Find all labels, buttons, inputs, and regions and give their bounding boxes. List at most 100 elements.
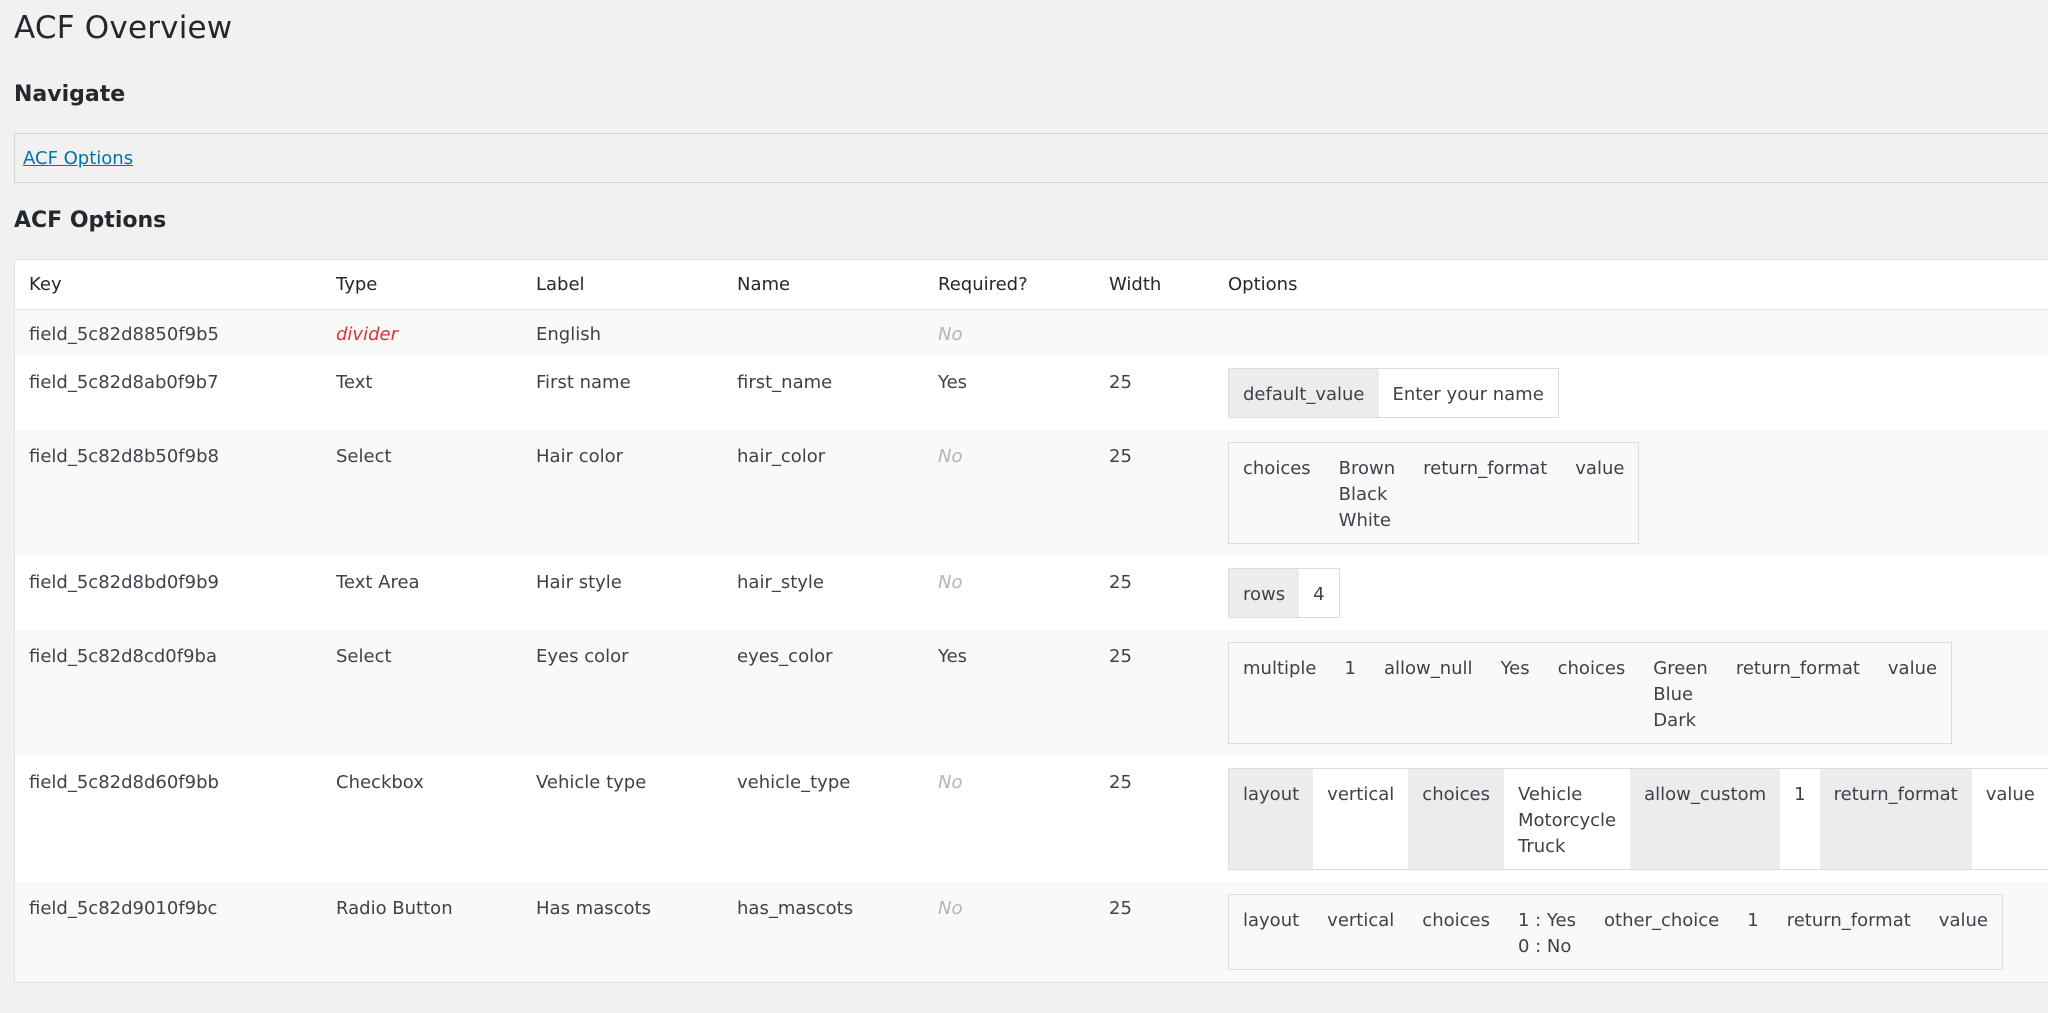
cell-width: 25: [1109, 372, 1132, 393]
cell-width: [1095, 309, 1214, 356]
cell-type: Text: [322, 356, 522, 430]
table-row: field_5c82d8850f9b5 divider English No: [14, 309, 2048, 356]
cell-required: Yes: [924, 630, 1095, 756]
option-value: Vehicle Motorcycle Truck: [1503, 768, 1631, 870]
header-options: Options: [1214, 259, 2048, 310]
option-value: vertical: [1313, 894, 1409, 970]
navigate-heading: Navigate: [14, 82, 126, 107]
options-table: multiple 1 allow_null Yes choices Green Blue Da…: [1228, 642, 1953, 744]
cell-options: default_value Enter your name: [1214, 356, 2048, 430]
table-header-row: Key Type Label Name Required? Width Opti…: [14, 259, 2048, 310]
option-key: choices: [1543, 642, 1640, 744]
option-value: 1: [1733, 894, 1773, 970]
cell-name: [723, 309, 924, 356]
acf-options-link[interactable]: ACF Options: [23, 148, 133, 169]
option-value: value: [1561, 442, 1639, 544]
options-table: choices Brown Black White return_format value: [1228, 442, 1640, 544]
options-table: default_value Enter your name: [1228, 368, 1559, 418]
cell-options: layout vertical choices Vehicle Motorcycle Tr…: [1214, 756, 2048, 882]
option-value: value: [1971, 768, 2048, 870]
cell-required: No: [924, 882, 1095, 983]
header-name: Name: [723, 259, 924, 310]
option-value: vertical: [1313, 768, 1409, 870]
field-type: Select: [336, 646, 392, 667]
options-table: layout vertical choices 1 : Yes 0 : No other_…: [1228, 894, 2003, 970]
options-table: layout vertical choices Vehicle Motorcycle Tr…: [1228, 768, 2048, 870]
cell-type: Radio Button: [322, 882, 522, 983]
cell-required: No: [924, 430, 1095, 556]
option-key: other_choice: [1590, 894, 1734, 970]
cell-key: field_5c82d9010f9bc: [14, 882, 322, 983]
required-value: No: [938, 572, 963, 593]
required-value: No: [938, 772, 963, 793]
option-key: rows: [1228, 568, 1300, 618]
cell-label: Hair color: [522, 430, 723, 556]
cell-width: 25: [1095, 430, 1214, 556]
table-body: field_5c82d8850f9b5 divider English No field…: [14, 309, 2048, 983]
cell-key: field_5c82d8cd0f9ba: [14, 630, 322, 756]
options-row: default_value Enter your name: [1228, 368, 1559, 418]
field-type: Text: [336, 372, 373, 393]
cell-options: multiple 1 allow_null Yes choices Green Blue Da…: [1214, 630, 2048, 756]
field-type: Text Area: [336, 572, 420, 593]
navigation-box: ACF Options: [14, 133, 2048, 183]
cell-label: First name: [536, 372, 631, 393]
page-title: ACF Overview: [14, 10, 233, 46]
page: ACF Overview Navigate ACF Options ACF Op…: [0, 0, 2048, 1013]
table-row: field_5c82d9010f9bc Radio Button Has masco…: [14, 882, 2048, 983]
field-type: divider: [336, 324, 398, 345]
table-row: field_5c82d8cd0f9ba Select Eyes color eyes_…: [14, 630, 2048, 756]
option-value: 1 : Yes 0 : No: [1503, 894, 1590, 970]
cell-type: divider: [322, 309, 522, 356]
cell-width: 25: [1109, 772, 1132, 793]
options-table: rows 4: [1228, 568, 1340, 618]
table-row: field_5c82d8bd0f9b9 Text Area Hair style ha…: [15, 556, 2048, 630]
cell-name: first_name: [737, 372, 833, 393]
option-key: layout: [1228, 894, 1314, 970]
option-key: return_format: [1819, 768, 1972, 870]
cell-type: Checkbox: [322, 756, 522, 882]
option-value: Green Blue Dark: [1639, 642, 1722, 744]
options-row: rows 4: [1228, 568, 1340, 618]
option-key: default_value: [1228, 368, 1379, 418]
required-value: No: [938, 324, 963, 345]
cell-options: choices Brown Black White return_format value: [1214, 430, 2048, 556]
options-row: layout vertical choices 1 : Yes 0 : No other_…: [1228, 894, 2003, 970]
option-value: 4: [1299, 568, 1340, 618]
cell-type: Text Area: [322, 556, 522, 630]
cell-options: [1214, 309, 2048, 356]
option-value: Enter your name: [1378, 368, 1559, 418]
acf-options-heading: ACF Options: [14, 208, 167, 233]
cell-required: No: [924, 556, 1095, 630]
required-value: Yes: [938, 372, 968, 393]
cell-label: Vehicle type: [536, 772, 647, 793]
option-key: allow_custom: [1630, 768, 1781, 870]
cell-name: hair_style: [737, 572, 825, 593]
options-row: choices Brown Black White return_format value: [1228, 442, 1639, 544]
option-key: choices: [1228, 442, 1325, 544]
option-value: value: [1873, 642, 1952, 744]
cell-label: Eyes color: [522, 630, 723, 756]
option-key: multiple: [1228, 642, 1331, 744]
table-row: field_5c82d8b50f9b8 Select Hair color hair_…: [14, 430, 2048, 556]
cell-width: 25: [1095, 882, 1214, 983]
cell-key: field_5c82d8d60f9bb: [29, 772, 219, 793]
cell-options: rows 4: [1214, 556, 2048, 630]
option-value: Yes: [1486, 642, 1544, 744]
option-value: value: [1924, 894, 2003, 970]
cell-type: Select: [322, 630, 522, 756]
header-type: Type: [322, 259, 522, 310]
options-row: layout vertical choices Vehicle Motorcycle Tr…: [1228, 768, 2048, 870]
cell-key: field_5c82d8bd0f9b9: [29, 572, 219, 593]
header-width: Width: [1095, 259, 1214, 310]
cell-required: No: [924, 756, 1095, 882]
cell-width: 25: [1095, 630, 1214, 756]
cell-label: English: [522, 309, 723, 356]
cell-name: eyes_color: [723, 630, 924, 756]
option-value: 1: [1330, 642, 1370, 744]
cell-name: vehicle_type: [737, 772, 851, 793]
header-key: Key: [14, 259, 322, 310]
cell-required: No: [924, 309, 1095, 356]
option-value: Brown Black White: [1324, 442, 1410, 544]
header-required: Required?: [924, 259, 1095, 310]
